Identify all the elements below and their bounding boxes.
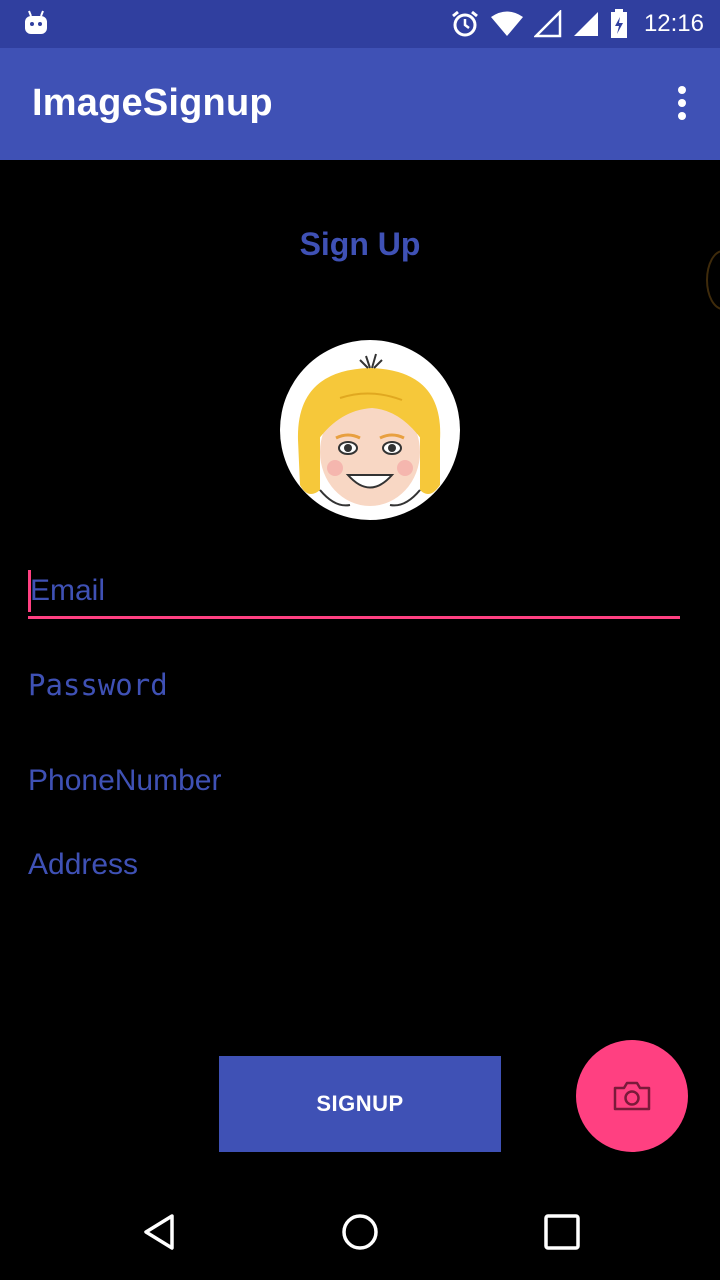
avatar[interactable] xyxy=(280,340,460,520)
recents-icon[interactable] xyxy=(542,1212,582,1252)
email-underline xyxy=(28,616,680,619)
more-vert-icon[interactable] xyxy=(674,86,690,122)
phone-placeholder: PhoneNumber xyxy=(28,764,222,797)
camera-button[interactable] xyxy=(576,1040,688,1152)
app-title: ImageSignup xyxy=(32,82,273,124)
address-placeholder: Address xyxy=(28,848,139,881)
wifi-icon xyxy=(490,11,523,36)
page-title: Sign Up xyxy=(299,226,421,262)
status-bar: 12:16 xyxy=(0,0,720,48)
camera-icon xyxy=(613,1081,651,1111)
back-icon[interactable] xyxy=(140,1212,180,1252)
email-placeholder: Email xyxy=(30,574,106,607)
status-time: 12:16 xyxy=(643,10,704,37)
address-field[interactable]: Address xyxy=(28,848,680,882)
email-field[interactable]: Email xyxy=(28,570,680,620)
password-placeholder: Password xyxy=(28,668,168,702)
signup-button[interactable]: SIGNUP xyxy=(219,1056,501,1152)
home-icon[interactable] xyxy=(340,1212,380,1252)
android-icon xyxy=(25,10,47,34)
alarm-icon xyxy=(452,10,478,37)
signal-empty-icon xyxy=(533,10,562,38)
navigation-bar xyxy=(0,1184,720,1280)
battery-icon xyxy=(610,9,627,38)
password-field[interactable]: Password xyxy=(28,668,680,702)
signal-icon xyxy=(573,12,598,36)
app-bar: ImageSignup xyxy=(0,48,720,160)
phone-field[interactable]: PhoneNumber xyxy=(28,764,680,798)
cartoon-avatar xyxy=(292,352,448,508)
